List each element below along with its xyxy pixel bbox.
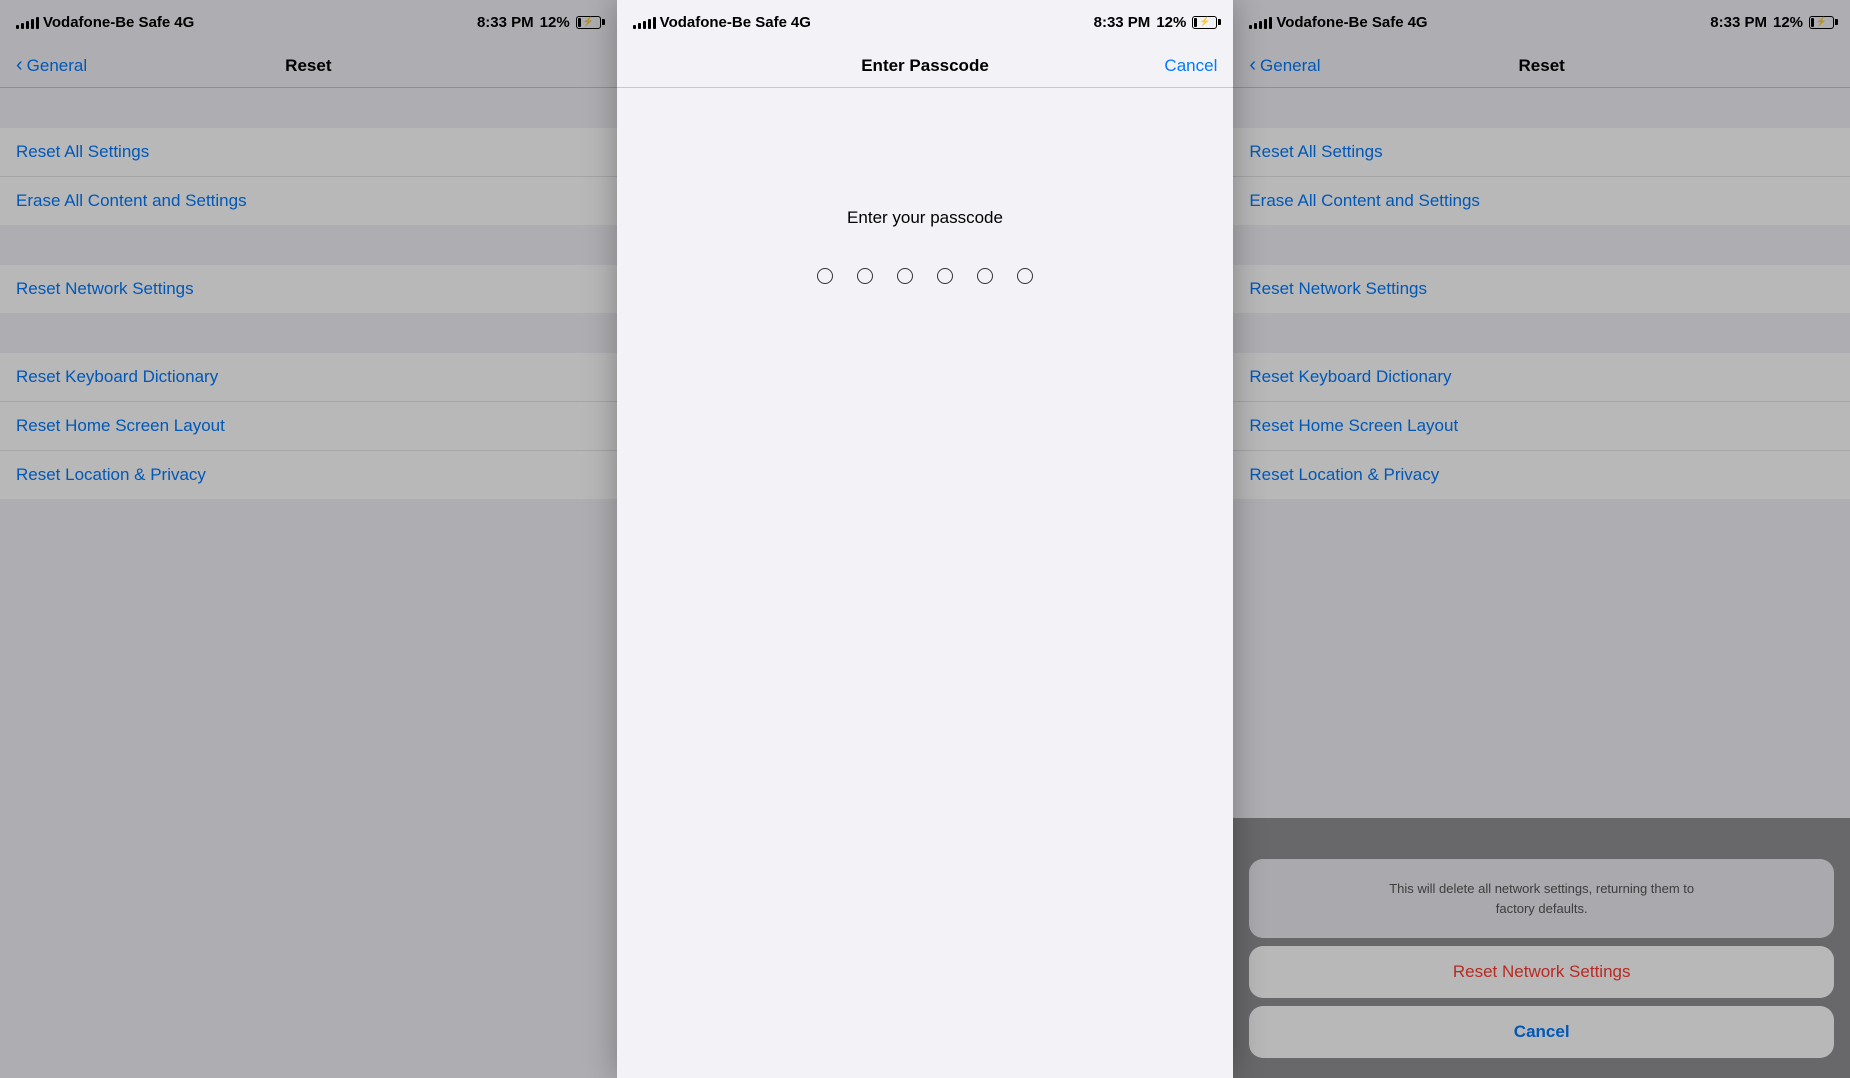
section2-right: Reset Network Settings <box>1233 265 1850 313</box>
battery-fill-center <box>1194 18 1197 27</box>
status-right-center: 8:33 PM 12% ⚡ <box>1094 14 1218 31</box>
battery-fill-right <box>1811 18 1814 27</box>
signal-icon <box>16 15 39 29</box>
passcode-dot-6 <box>1017 268 1033 284</box>
status-bar-left: Vodafone-Be Safe 4G 8:33 PM 12% ⚡ <box>0 0 617 44</box>
status-left: Vodafone-Be Safe 4G <box>16 14 194 31</box>
time-right: 8:33 PM <box>1710 14 1767 31</box>
status-bar-center: Vodafone-Be Safe 4G 8:33 PM 12% ⚡ <box>617 0 1234 44</box>
passcode-dots <box>817 268 1033 284</box>
passcode-body: Enter your passcode <box>617 88 1234 1078</box>
network-center: 4G <box>791 14 811 31</box>
left-panel: Vodafone-Be Safe 4G 8:33 PM 12% ⚡ ‹ Gene… <box>0 0 617 1078</box>
passcode-dot-2 <box>857 268 873 284</box>
passcode-cancel-button[interactable]: Cancel <box>1164 56 1217 76</box>
time-center: 8:33 PM <box>1094 14 1151 31</box>
carrier-center: Vodafone-Be Safe <box>660 14 787 31</box>
network-left: 4G <box>174 14 194 31</box>
spacer2r <box>1233 225 1850 245</box>
nav-bar-right: ‹ General Reset <box>1233 44 1850 88</box>
signal-icon-right <box>1249 15 1272 29</box>
confirm-button-label: Reset Network Settings <box>1453 962 1631 981</box>
section2-left: Reset Network Settings <box>0 265 617 313</box>
chevron-left-icon-right: ‹ <box>1249 55 1256 75</box>
nav-title-left: Reset <box>285 56 331 76</box>
spacer3 <box>0 313 617 333</box>
status-bar-right: Vodafone-Be Safe 4G 8:33 PM 12% ⚡ <box>1233 0 1850 44</box>
battery-pct-right: 12% <box>1773 14 1803 31</box>
passcode-nav: Enter Passcode Cancel <box>617 44 1234 88</box>
center-panel: Vodafone-Be Safe 4G 8:33 PM 12% ⚡ Enter … <box>617 0 1234 1078</box>
battery-fill-left <box>578 18 581 27</box>
network-right: 4G <box>1408 14 1428 31</box>
passcode-nav-title: Enter Passcode <box>861 56 989 76</box>
list-item[interactable]: Reset Network Settings <box>1233 265 1850 313</box>
charging-icon-right: ⚡ <box>1816 17 1827 28</box>
passcode-dot-3 <box>897 268 913 284</box>
back-button-right[interactable]: ‹ General <box>1249 56 1320 76</box>
battery-icon-right: ⚡ <box>1809 16 1834 29</box>
alert-message-text: This will delete all network settings, r… <box>1389 881 1694 916</box>
alert-message-box: This will delete all network settings, r… <box>1249 859 1834 938</box>
spacer1r <box>1233 88 1850 108</box>
list-item[interactable]: Reset Location & Privacy <box>0 451 617 499</box>
list-item[interactable]: Reset Keyboard Dictionary <box>0 353 617 402</box>
battery-pct-left: 12% <box>540 14 570 31</box>
chevron-left-icon: ‹ <box>16 55 23 75</box>
list-item[interactable]: Reset All Settings <box>0 128 617 177</box>
list-item[interactable]: Reset Home Screen Layout <box>0 402 617 451</box>
spacer2 <box>0 225 617 245</box>
list-item[interactable]: Erase All Content and Settings <box>1233 177 1850 225</box>
passcode-dot-5 <box>977 268 993 284</box>
list-item[interactable]: Reset All Settings <box>1233 128 1850 177</box>
passcode-prompt: Enter your passcode <box>847 208 1003 228</box>
status-left-center: Vodafone-Be Safe 4G <box>633 14 811 31</box>
alert-sheet: This will delete all network settings, r… <box>1233 859 1850 1078</box>
back-label-left: General <box>27 56 87 76</box>
status-right-left: 8:33 PM 12% ⚡ <box>477 14 601 31</box>
right-panel: Vodafone-Be Safe 4G 8:33 PM 12% ⚡ ‹ Gene… <box>1233 0 1850 1078</box>
battery-icon-left: ⚡ <box>576 16 601 29</box>
charging-icon-left: ⚡ <box>583 17 594 28</box>
nav-bar-left: ‹ General Reset <box>0 44 617 88</box>
list-item[interactable]: Reset Keyboard Dictionary <box>1233 353 1850 402</box>
settings-list-left: Reset All Settings Erase All Content and… <box>0 88 617 1078</box>
list-item[interactable]: Reset Home Screen Layout <box>1233 402 1850 451</box>
list-item[interactable]: Reset Network Settings <box>0 265 617 313</box>
alert-cancel-button[interactable]: Cancel <box>1249 1006 1834 1058</box>
spacer3r <box>1233 313 1850 333</box>
battery-icon-center: ⚡ <box>1192 16 1217 29</box>
section3-left: Reset Keyboard Dictionary Reset Home Scr… <box>0 353 617 499</box>
carrier-right: Vodafone-Be Safe <box>1276 14 1403 31</box>
confirm-button[interactable]: Reset Network Settings <box>1249 946 1834 998</box>
status-right-right: 8:33 PM 12% ⚡ <box>1710 14 1834 31</box>
nav-title-right: Reset <box>1519 56 1565 76</box>
passcode-dot-4 <box>937 268 953 284</box>
status-left-right: Vodafone-Be Safe 4G <box>1249 14 1427 31</box>
charging-icon-center: ⚡ <box>1199 17 1210 28</box>
section1-left: Reset All Settings Erase All Content and… <box>0 128 617 225</box>
passcode-dot-1 <box>817 268 833 284</box>
spacer1 <box>0 88 617 108</box>
back-button-left[interactable]: ‹ General <box>16 56 87 76</box>
section1-right: Reset All Settings Erase All Content and… <box>1233 128 1850 225</box>
section3-right: Reset Keyboard Dictionary Reset Home Scr… <box>1233 353 1850 499</box>
back-label-right: General <box>1260 56 1320 76</box>
signal-icon-center <box>633 15 656 29</box>
battery-pct-center: 12% <box>1156 14 1186 31</box>
list-item[interactable]: Erase All Content and Settings <box>0 177 617 225</box>
list-item[interactable]: Reset Location & Privacy <box>1233 451 1850 499</box>
carrier-left: Vodafone-Be Safe <box>43 14 170 31</box>
time-left: 8:33 PM <box>477 14 534 31</box>
alert-cancel-label: Cancel <box>1514 1022 1570 1041</box>
alert-overlay: This will delete all network settings, r… <box>1233 818 1850 1078</box>
